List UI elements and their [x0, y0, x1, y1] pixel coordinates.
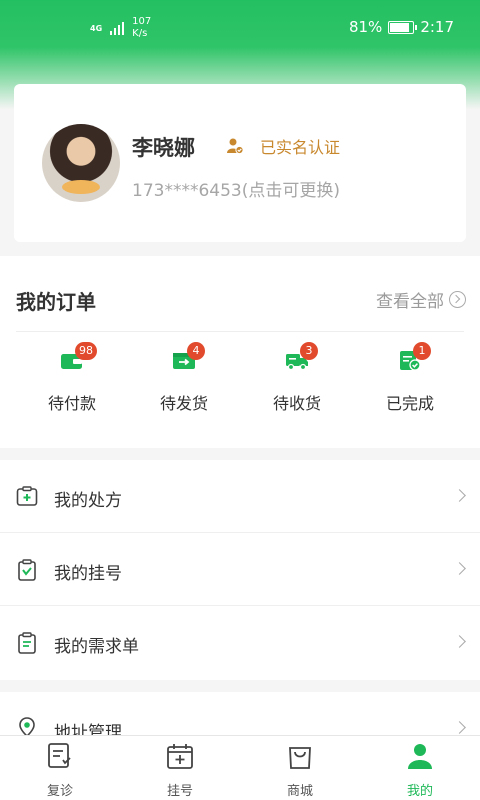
- orders-title: 我的订单: [16, 290, 96, 314]
- status-right: 81% 2:17: [349, 18, 454, 36]
- user-icon: [408, 744, 432, 769]
- network-speed: 107 K/s: [132, 16, 151, 40]
- battery-icon: [388, 20, 418, 34]
- user-phone[interactable]: 173****6453(点击可更换): [132, 176, 340, 201]
- circle-arrow-icon: [449, 291, 466, 308]
- menu-label: 我的处方: [54, 491, 122, 511]
- order-label: 待发货: [159, 394, 208, 413]
- tab-label: 挂号: [166, 784, 193, 799]
- verified-badge: 已实名认证: [226, 134, 340, 158]
- order-label: 待付款: [47, 394, 96, 413]
- battery-percent: 81%: [348, 18, 383, 36]
- menu-list: 我的处方 我的挂号 我的需求单: [0, 460, 480, 680]
- order-label: 已完成: [385, 394, 434, 413]
- user-name: 李晓娜: [132, 136, 195, 160]
- clipboard-check-icon: [18, 559, 36, 581]
- avatar[interactable]: [42, 124, 120, 202]
- menu-label: 我的挂号: [54, 564, 122, 584]
- badge-count: 98: [75, 342, 97, 360]
- tab-revisit[interactable]: 复诊: [0, 736, 120, 800]
- shopping-bag-icon: [289, 747, 311, 769]
- bottom-tab-bar: 复诊 挂号 商城 我的: [0, 735, 480, 800]
- status-bar: 4G 107 K/s 81% 2:17: [0, 0, 480, 56]
- tab-mall[interactable]: 商城: [240, 736, 360, 800]
- chevron-right-icon: [453, 489, 466, 502]
- order-pending-shipment[interactable]: 4 待发货: [124, 342, 244, 414]
- view-all-orders-link[interactable]: 查看全部: [376, 287, 466, 312]
- tab-registration[interactable]: 挂号: [120, 736, 240, 800]
- prescription-icon: [16, 486, 38, 506]
- signal-icon: [110, 21, 125, 35]
- order-completed[interactable]: 1 已完成: [350, 342, 470, 414]
- verified-text: 已实名认证: [260, 138, 341, 157]
- status-left: 4G 107 K/s: [90, 16, 151, 40]
- wallet-icon: 98: [60, 342, 97, 372]
- calendar-plus-icon: [167, 744, 193, 769]
- revisit-icon: [48, 743, 71, 768]
- divider: [16, 331, 464, 332]
- menu-item-registrations[interactable]: 我的挂号: [0, 533, 480, 606]
- badge-count: 3: [300, 342, 318, 360]
- menu-item-prescriptions[interactable]: 我的处方: [0, 460, 480, 533]
- order-pending-receipt[interactable]: 3 待收货: [237, 342, 357, 414]
- tab-label: 复诊: [46, 784, 73, 799]
- speed-unit: K/s: [132, 28, 148, 39]
- tab-label: 我的: [406, 784, 433, 799]
- chevron-right-icon: [453, 635, 466, 648]
- tab-mine[interactable]: 我的: [360, 736, 480, 800]
- chevron-right-icon: [453, 721, 466, 734]
- shipment-box-icon: 4: [172, 342, 205, 372]
- request-list-icon: [18, 632, 36, 654]
- clock: 2:17: [420, 18, 454, 36]
- completed-doc-icon: 1: [398, 342, 431, 372]
- verified-user-icon: [227, 138, 244, 155]
- menu-item-requests[interactable]: 我的需求单: [0, 606, 480, 679]
- badge-count: 4: [187, 342, 205, 360]
- network-type: 4G: [90, 23, 103, 33]
- tab-label: 商城: [286, 784, 313, 799]
- order-label: 待收货: [272, 394, 321, 413]
- profile-card[interactable]: 李晓娜 已实名认证 173****6453(点击可更换): [14, 84, 466, 242]
- view-all-label: 查看全部: [376, 292, 444, 312]
- orders-panel: 我的订单 查看全部 98 待付款 4 待发货 3 待收货 1 已完成: [0, 256, 480, 448]
- menu-label: 我的需求单: [54, 637, 139, 657]
- chevron-right-icon: [453, 562, 466, 575]
- truck-icon: 3: [285, 342, 318, 372]
- speed-value: 107: [132, 16, 152, 27]
- order-pending-payment[interactable]: 98 待付款: [12, 342, 132, 414]
- badge-count: 1: [413, 342, 431, 360]
